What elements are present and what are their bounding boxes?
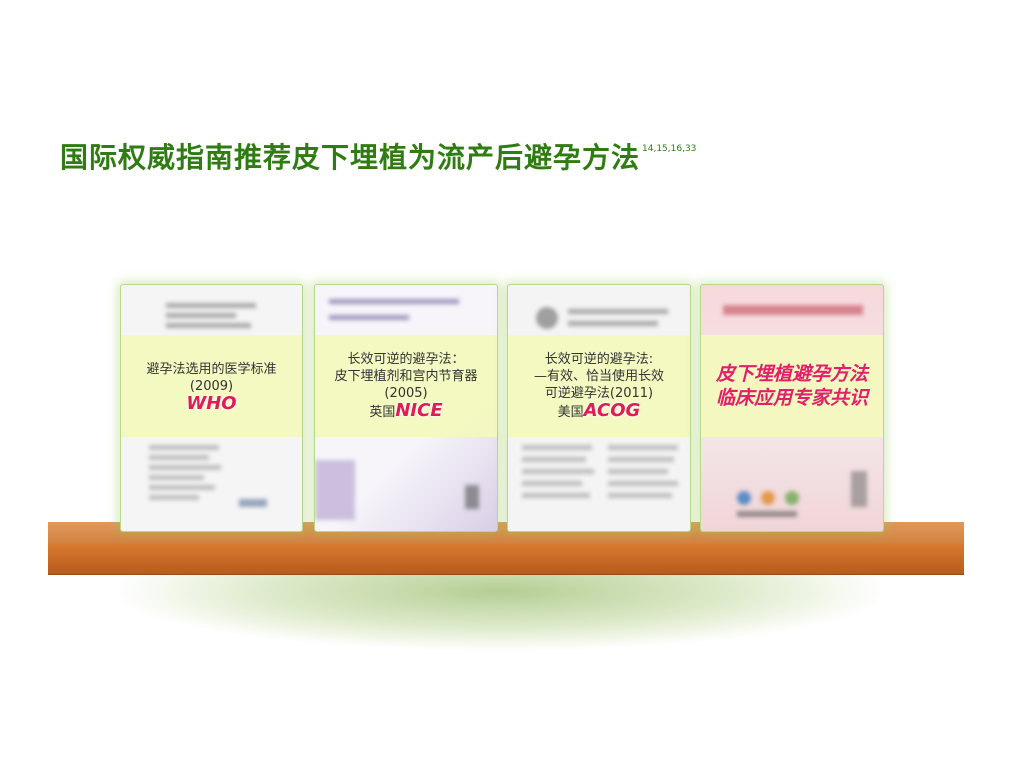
page-title: 国际权威指南推荐皮下埋植为流产后避孕方法 14,15,16,33 — [60, 136, 696, 176]
org-country: 美国 — [557, 405, 584, 420]
book-label-line: 皮下埋植避孕方法 — [715, 363, 868, 385]
book-label-line: 临床应用专家共识 — [715, 387, 868, 409]
book-org-line: 美国ACOG — [558, 402, 641, 421]
book-label: 长效可逆的避孕法: —有效、恰当使用长效 可逆避孕法(2011) 美国ACOG — [508, 335, 690, 437]
book-label-line: 皮下埋植剂和宫内节育器 — [334, 369, 478, 384]
book-consensus[interactable]: 皮下埋植避孕方法 临床应用专家共识 — [700, 284, 884, 532]
book-who[interactable]: 避孕法选用的医学标准 (2009) WHO — [120, 284, 303, 532]
title-text: 国际权威指南推荐皮下埋植为流产后避孕方法 — [60, 141, 641, 174]
org-country: 英国 — [369, 405, 396, 420]
book-nice[interactable]: 长效可逆的避孕法： 皮下埋植剂和宫内节育器 (2005) 英国NICE — [314, 284, 498, 532]
title-references: 14,15,16,33 — [642, 144, 697, 154]
org-name: WHO — [186, 392, 237, 414]
book-acog[interactable]: 长效可逆的避孕法: —有效、恰当使用长效 可逆避孕法(2011) 美国ACOG — [507, 284, 691, 532]
book-label-line: 长效可逆的避孕法: — [544, 352, 654, 367]
book-label-line: 长效可逆的避孕法： — [347, 352, 465, 367]
book-label-line: 避孕法选用的医学标准 — [146, 361, 277, 377]
book-label-line: —有效、恰当使用长效 — [533, 369, 664, 384]
book-label: 长效可逆的避孕法： 皮下埋植剂和宫内节育器 (2005) 英国NICE — [315, 335, 497, 437]
book-label: 皮下埋植避孕方法 临床应用专家共识 — [701, 335, 883, 437]
book-year: (2009) — [189, 378, 234, 394]
book-label: 避孕法选用的医学标准 (2009) WHO — [121, 335, 302, 437]
org-name: NICE — [395, 400, 443, 421]
org-name: ACOG — [583, 400, 641, 421]
shelf-front — [48, 544, 964, 575]
book-org-line: 英国NICE — [369, 402, 442, 421]
